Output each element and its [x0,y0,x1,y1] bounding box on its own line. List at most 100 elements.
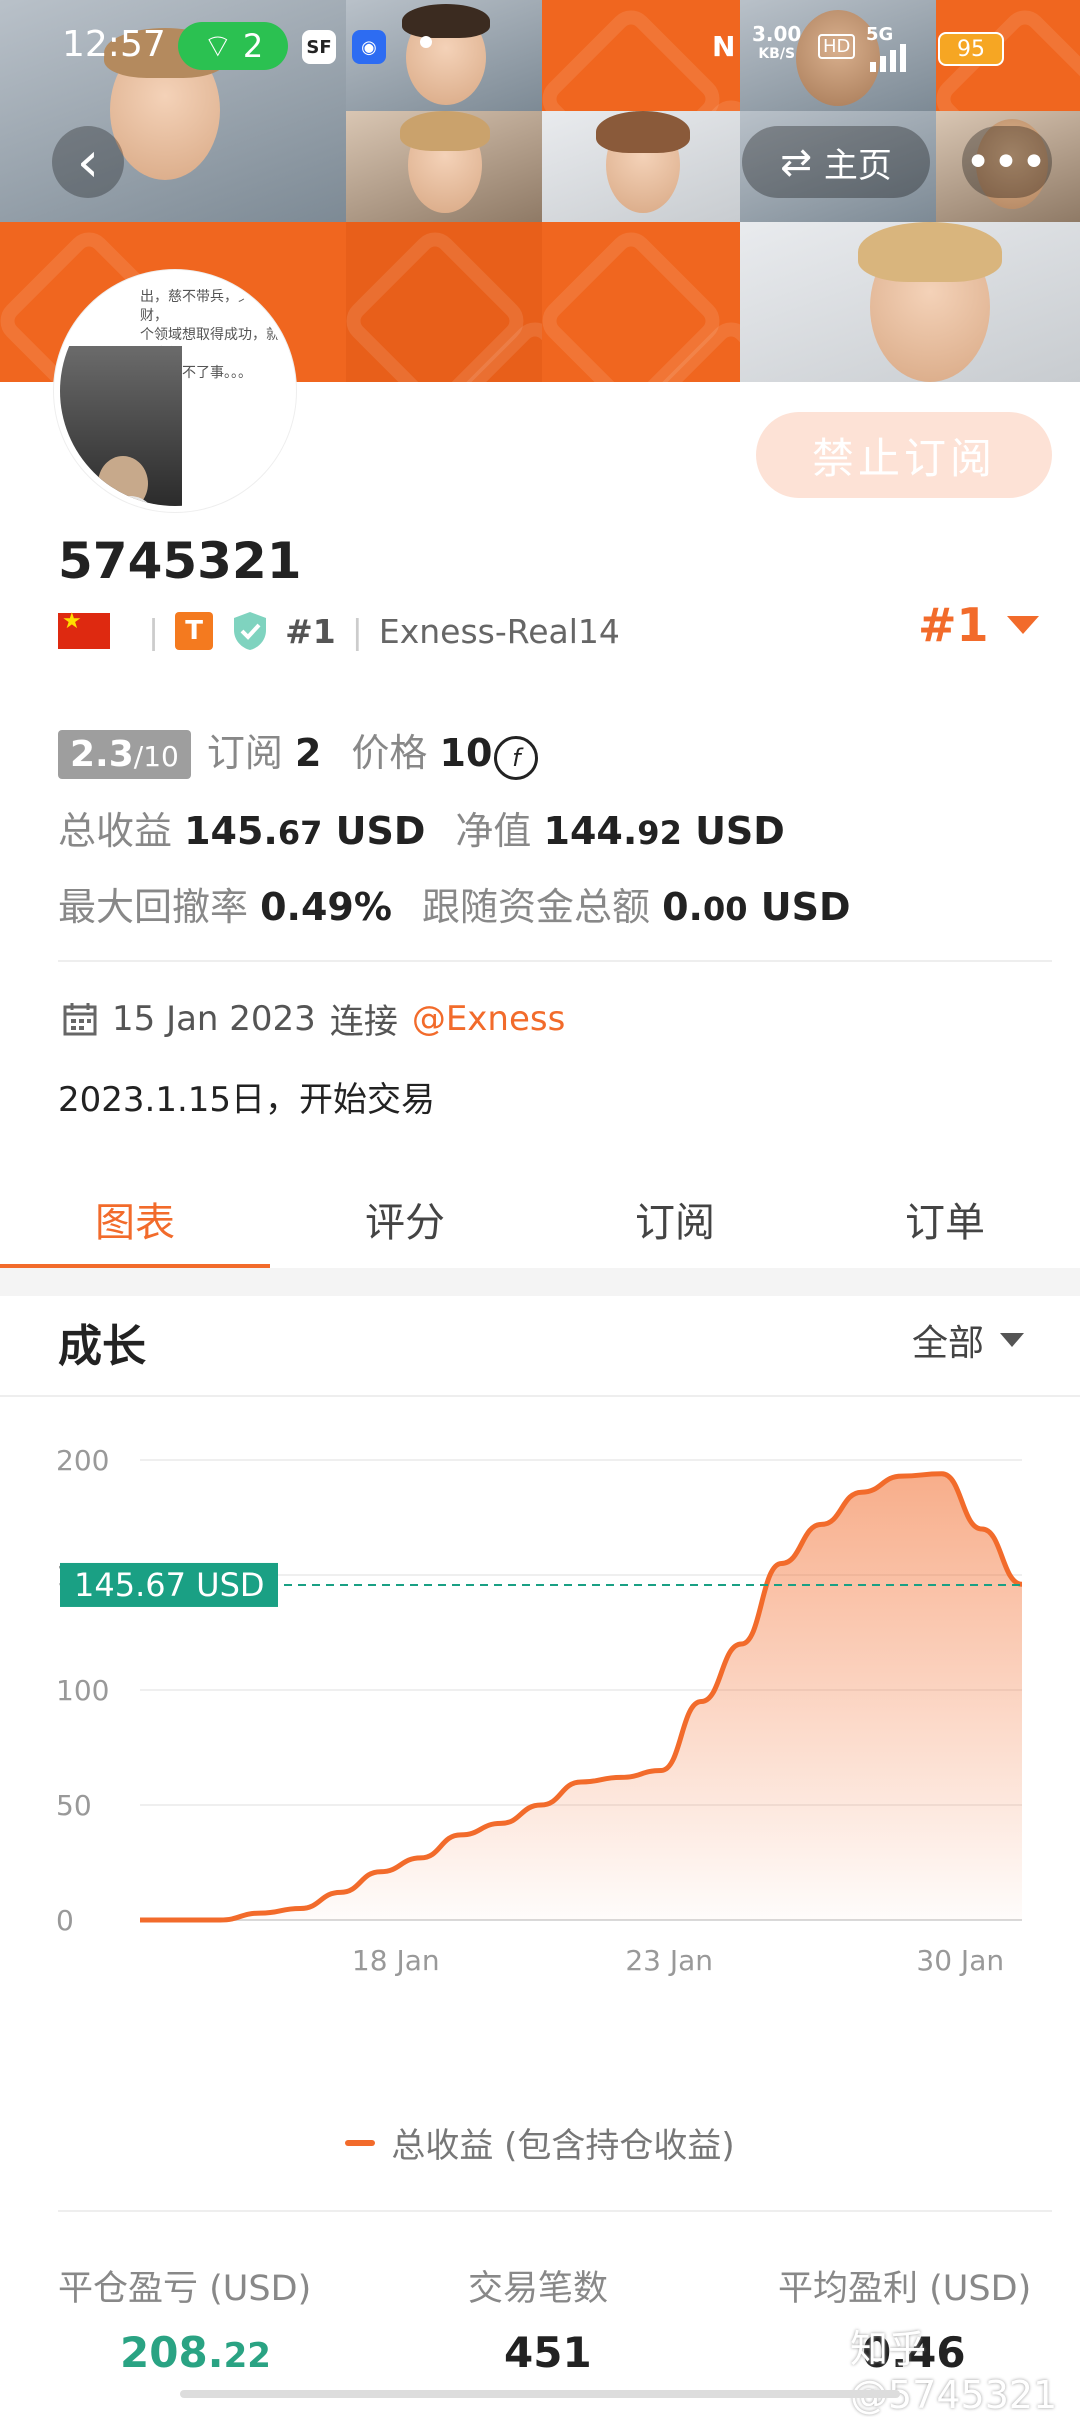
nfc-icon: N [712,30,736,63]
y-tick-label: 200 [56,1444,109,1477]
badges-row: | T #1 | Exness-Real14 [58,606,620,656]
y-tick-label: 0 [56,1904,74,1937]
home-label: 主页 [823,145,892,186]
price-label: 价格 [351,731,428,775]
score-max: /10 [133,740,179,773]
stats-row-3: 最大回撤率 0.49% 跟随资金总额 0.00 USD [58,876,851,931]
avg-profit-label: 平均盈利 (USD) [778,2269,1032,2309]
account-id: 5745321 [58,532,302,590]
legend-swatch [345,2139,376,2146]
banner-pattern [346,222,542,382]
level-badge: T [175,612,214,650]
max-drawdown-label: 最大回撤率 [58,885,249,929]
hotspot-indicator: ⌔ 2 [178,22,288,70]
tab-orders[interactable]: 订单 [810,1170,1080,1268]
separator: | [351,611,363,651]
verified-shield-icon [234,612,267,650]
wifi-hotspot-icon: ⌔ [202,27,233,65]
tab-bar: 图表 评分 订阅 订单 [0,1170,1080,1270]
closed-pnl-value: 208.22 [120,2328,271,2377]
equity-value: 144.92 USD [543,809,785,853]
battery-icon: 95 [938,32,1004,66]
status-time: 12:57 [62,24,166,65]
banner-photo [740,222,1080,382]
server-name: Exness-Real14 [378,611,620,651]
x-tick-label: 23 Jan [625,1944,713,1977]
subscriptions-value: 2 [294,731,322,775]
home-button[interactable]: ⇄ 主页 [742,126,930,198]
chevron-left-icon: ‹ [76,129,100,195]
rank-selector-value: #1 [918,598,989,652]
total-profit-value: 145.67 USD [184,809,426,853]
divider [0,1395,1080,1397]
y-axis: 050100150200 [56,1444,109,1937]
x-tick-label: 18 Jan [352,1944,440,1977]
hotspot-count: 2 [242,27,264,65]
chart-title: 成长 [58,1321,146,1372]
unsubscribe-button[interactable]: 禁止订阅 [756,412,1052,498]
network-speed: 3.00 KB/S [752,24,801,64]
period-dropdown[interactable]: 全部 [912,1314,1025,1366]
connect-date: 15 Jan 2023 [112,998,316,1039]
status-bar: 12:57 ⌔ 2 SF ◉ N 3.00 KB/S HD 5G 95 [0,0,1080,96]
banner-photo [346,111,542,222]
calendar-icon [63,1002,97,1035]
max-drawdown-value: 0.49% [260,885,392,929]
avatar[interactable]: 出，慈不带兵，义不掌财， 个领域想取得成功，就要舍得 好人成不了事。。。 [54,270,296,512]
legend-label: 总收益 (包含持仓收益) [391,2126,735,2166]
price-value: 10 [439,731,493,775]
trades-label: 交易笔数 [468,2269,609,2309]
divider [58,2210,1052,2212]
score-badge: 2.3/10 [58,730,191,779]
subscriptions-label: 订阅 [206,731,283,775]
trades-value: 451 [504,2328,592,2377]
total-profit-label: 总收益 [58,809,173,853]
watermark: 知乎 @5745321 [850,2327,1058,2417]
connect-label: 连接 [329,1002,398,1042]
swap-icon: ⇄ [780,140,812,184]
stats-row-1: 2.3/10 订阅 2 价格 10 f [58,722,539,780]
reference-label: 145.67 USD [60,1562,278,1607]
signal-icon [870,44,906,72]
section-gap [0,1268,1080,1296]
description: 2023.1.15日，开始交易 [58,1080,436,1120]
follow-funds-value: 0.00 USD [662,885,851,929]
separator: | [148,611,160,651]
y-tick-label: 50 [56,1789,92,1822]
rank-label: #1 [285,611,336,651]
reference-label-text: 145.67 USD [74,1566,265,1604]
x-axis: 18 Jan 23 Jan 30 Jan [352,1944,1004,1977]
notification-dot-icon [420,36,432,48]
avatar-portrait [60,346,182,506]
back-button[interactable]: ‹ [52,126,124,198]
baidu-icon: ◉ [352,30,386,64]
closed-pnl-label: 平仓盈亏 (USD) [58,2269,312,2309]
rank-selector[interactable]: #1 [918,598,1039,652]
chevron-down-icon [1000,1333,1025,1347]
network-type: 5G [866,24,894,45]
china-flag-icon [58,609,110,649]
period-value: 全部 [912,1323,985,1364]
connection-info: 15 Jan 2023 连接 @Exness [62,994,565,1043]
more-button[interactable]: ••• [962,126,1052,198]
net-speed-value: 3.00 [752,22,802,46]
stats-row-2: 总收益 145.67 USD 净值 144.92 USD [58,800,785,855]
x-tick-label: 30 Jan [916,1944,1004,1977]
chart-legend[interactable]: 总收益 (包含持仓收益) [0,2118,1080,2167]
tab-chart[interactable]: 图表 [0,1170,270,1270]
series-area [140,1473,1022,1920]
divider [58,960,1052,962]
follow-funds-label: 跟随资金总额 [421,885,650,929]
hd-icon: HD [818,34,856,59]
growth-chart[interactable]: 050100150200 145.67 USD 18 Jan23 Jan30 J… [0,1420,1080,2040]
net-speed-unit: KB/S [758,46,796,62]
banner-photo [542,111,740,222]
broker-link[interactable]: @Exness [412,999,566,1039]
more-icon: ••• [965,136,1049,188]
tab-subscriptions[interactable]: 订阅 [540,1170,810,1268]
banner-pattern [542,222,740,382]
sf-express-icon: SF [302,30,336,64]
equity-label: 净值 [455,809,532,853]
tab-rating[interactable]: 评分 [270,1170,540,1268]
scroll-indicator[interactable] [180,2390,900,2398]
